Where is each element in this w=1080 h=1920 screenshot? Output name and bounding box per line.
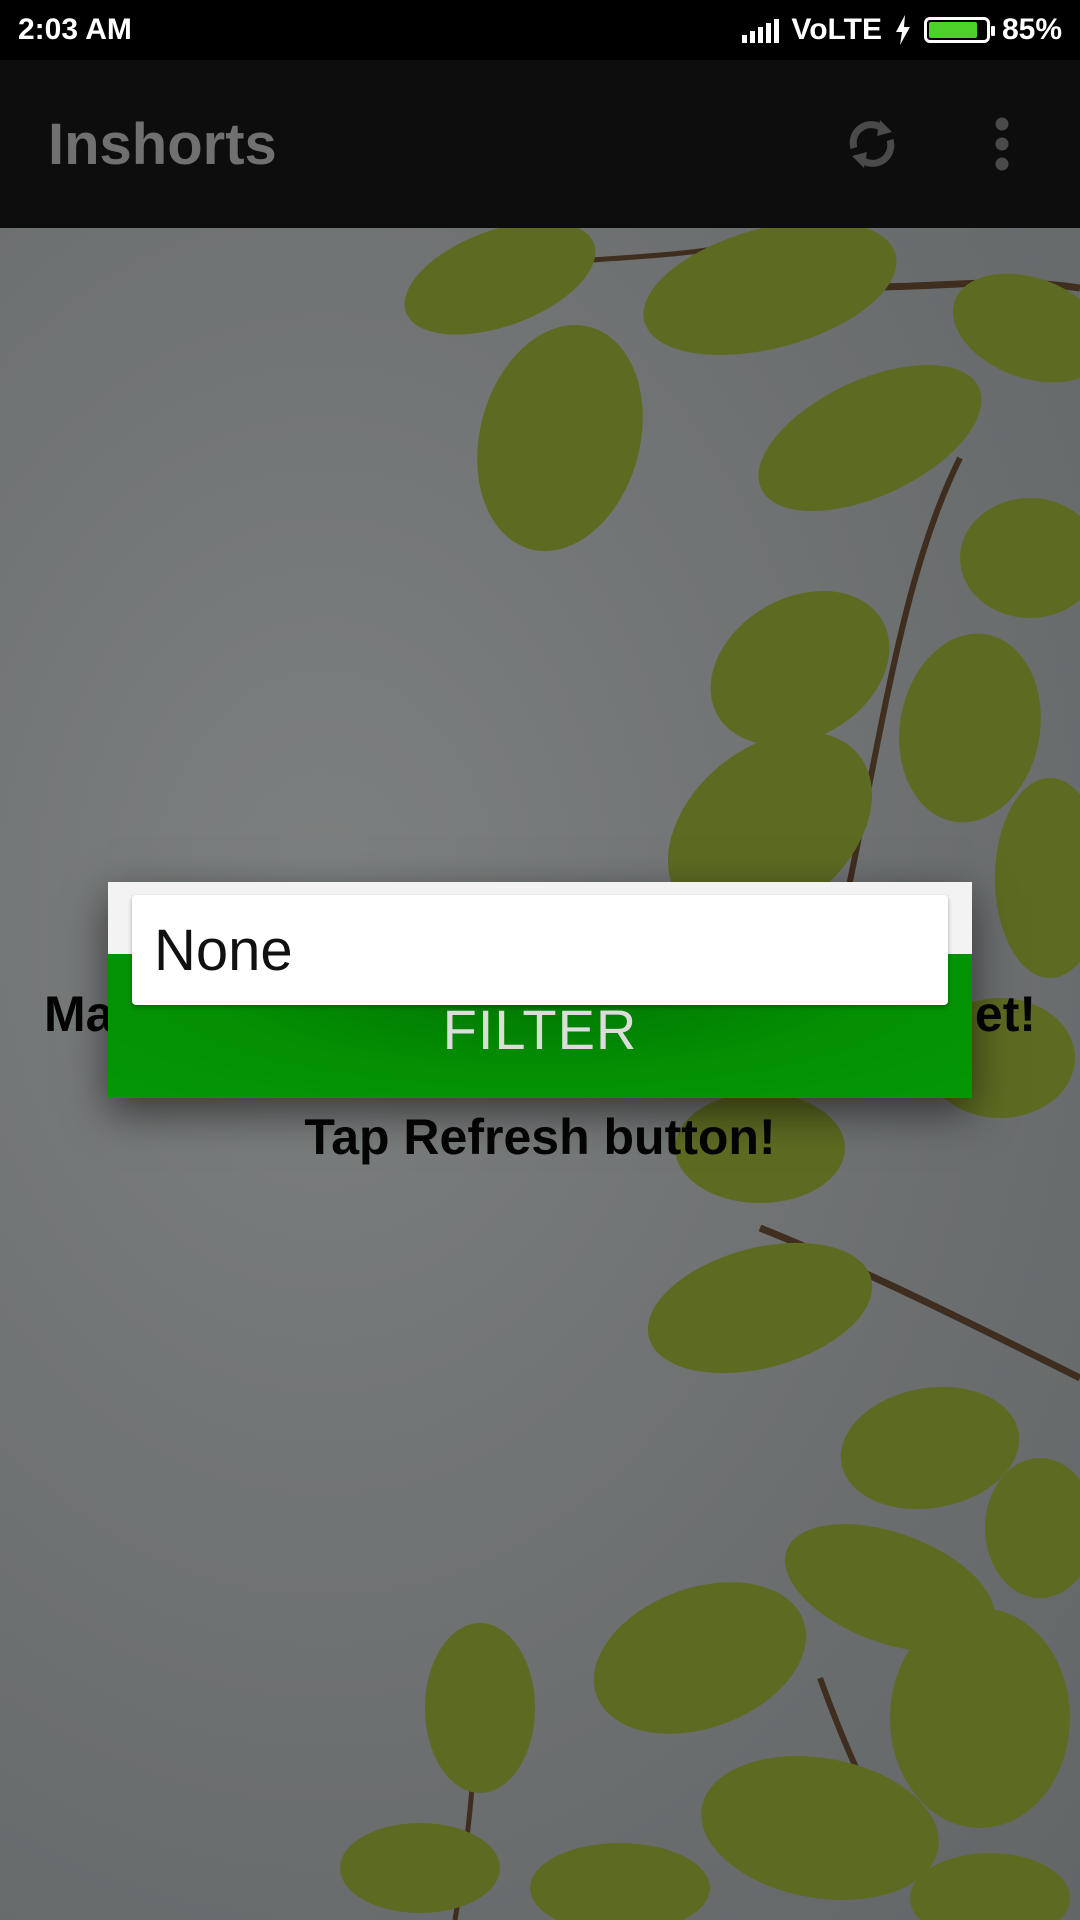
app-title: Inshorts xyxy=(48,111,277,177)
charging-icon xyxy=(895,15,910,45)
network-type: VoLTE xyxy=(791,13,882,46)
filter-dropdown-value: None xyxy=(154,917,293,983)
connection-message-right: et! xyxy=(974,986,1036,1042)
refresh-icon[interactable] xyxy=(842,114,902,174)
filter-dialog: FILTER None xyxy=(108,882,972,1098)
filter-dropdown[interactable]: None xyxy=(132,895,948,1005)
status-icons: VoLTE 85% xyxy=(742,13,1062,47)
battery-level xyxy=(928,22,977,38)
refresh-hint: Tap Refresh button! xyxy=(304,1109,776,1165)
signal-icon xyxy=(742,17,780,43)
more-vert-icon[interactable] xyxy=(972,114,1032,174)
battery-icon xyxy=(923,17,995,43)
battery-percent: 85% xyxy=(1001,13,1062,46)
status-time: 2:03 AM xyxy=(18,13,132,46)
status-bar: 2:03 AM VoLTE 85% xyxy=(0,0,1080,60)
connection-message-left: Ma xyxy=(44,986,114,1042)
app-toolbar: Inshorts xyxy=(0,60,1080,228)
toolbar-actions xyxy=(842,114,1032,174)
